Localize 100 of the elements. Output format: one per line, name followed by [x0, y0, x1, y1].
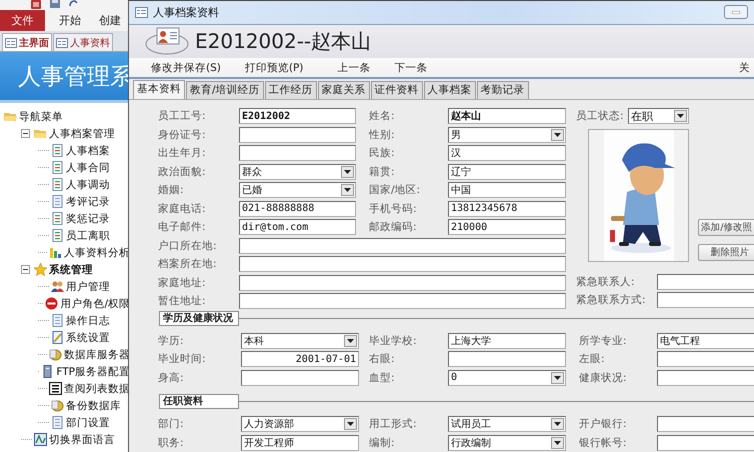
minimize-icon: [732, 10, 740, 14]
field-label: 职务:: [158, 436, 185, 450]
form-tab[interactable]: 证件资料: [370, 81, 423, 99]
dropdown-field[interactable]: 群众: [239, 164, 356, 180]
close-button[interactable]: 关: [739, 60, 750, 74]
field-label: 血型:: [369, 370, 396, 385]
input-field[interactable]: [239, 293, 566, 310]
input-field[interactable]: [657, 274, 754, 290]
toolbar-button[interactable]: 打印预览(P): [244, 60, 304, 74]
contact-card-icon: [145, 26, 189, 56]
photo-button[interactable]: 删除照片: [698, 244, 754, 260]
field-label: 出生年月:: [158, 146, 207, 160]
input-field[interactable]: [239, 126, 356, 143]
input-field[interactable]: 汉: [448, 145, 566, 162]
ribbon-tab[interactable]: 开始: [55, 10, 85, 31]
form-tab[interactable]: 基本资料: [133, 80, 185, 99]
input-field[interactable]: [448, 351, 566, 368]
field-label: 婚姻:: [158, 183, 185, 198]
nav-item[interactable]: 人事档案: [66, 144, 110, 158]
input-field[interactable]: 电气工程: [657, 332, 754, 349]
input-field[interactable]: 辽宁: [448, 164, 566, 180]
form-tab[interactable]: 人事档案: [424, 81, 476, 99]
expander-icon[interactable]: [21, 129, 32, 138]
form-tab[interactable]: 工作经历: [264, 81, 317, 99]
form-icon: [135, 6, 148, 18]
input-field[interactable]: 210000: [448, 219, 566, 236]
input-field[interactable]: [657, 416, 754, 432]
dropdown-field[interactable]: 试用员工: [448, 416, 566, 432]
document-tab[interactable]: 主界面: [2, 33, 52, 51]
input-field[interactable]: [657, 434, 754, 451]
input-field[interactable]: 2001-07-01: [241, 351, 359, 368]
field-label: 政治面貌:: [158, 164, 207, 179]
save-icon[interactable]: [50, 0, 60, 8]
input-field[interactable]: [239, 145, 356, 162]
form-tab[interactable]: 家庭关系: [318, 81, 370, 99]
ribbon-tab[interactable]: 创建: [95, 10, 125, 31]
input-field[interactable]: 021-88888888: [239, 200, 356, 217]
dropdown-field[interactable]: 人力资源部: [241, 416, 359, 432]
nav-item[interactable]: 人事调动: [66, 178, 110, 192]
dropdown-field[interactable]: 行政编制: [448, 434, 566, 451]
document-tab[interactable]: 人事资料: [53, 33, 113, 51]
nav-item[interactable]: 部门设置: [66, 416, 110, 430]
dropdown-field[interactable]: 在职: [628, 108, 689, 124]
expander-icon[interactable]: [21, 265, 32, 274]
field-label: 档案所在地:: [158, 257, 218, 272]
nav-item[interactable]: 操作日志: [66, 314, 110, 328]
language-icon: [34, 433, 47, 446]
toolbar-button[interactable]: 上一条: [337, 60, 370, 74]
field-label: 邮政编码:: [369, 220, 418, 234]
nav-item[interactable]: 数据库服务器: [64, 348, 130, 362]
dropdown-field[interactable]: 0: [448, 370, 566, 386]
dropdown-field[interactable]: 男: [448, 126, 566, 143]
toolbar-button[interactable]: 修改并保存(S): [151, 60, 221, 74]
field-label: 毕业时间:: [158, 352, 207, 366]
input-field[interactable]: 开发工程师: [241, 434, 359, 451]
toolbar-button[interactable]: 下一条: [394, 60, 428, 74]
nav-item[interactable]: 系统管理: [49, 262, 93, 276]
photo-button[interactable]: 添加/修改照: [698, 218, 754, 236]
input-field[interactable]: [241, 370, 359, 386]
nav-item[interactable]: 用户角色/权限: [60, 296, 130, 310]
input-field[interactable]: [239, 274, 566, 291]
minimize-button[interactable]: [724, 5, 748, 20]
form-tab[interactable]: 考勤记录: [476, 81, 529, 99]
input-field[interactable]: 13812345678: [448, 200, 566, 217]
field-label: 国家/地区:: [369, 183, 422, 198]
input-field[interactable]: E2012002: [239, 108, 356, 124]
field-label: 健康状况:: [579, 370, 628, 385]
nav-item[interactable]: FTP服务器配置: [56, 364, 130, 378]
nav-item[interactable]: 员工离职: [66, 228, 110, 242]
nav-item[interactable]: 人事合同: [66, 160, 110, 174]
doc-icon: [51, 178, 64, 191]
nav-item[interactable]: 奖惩记录: [66, 212, 110, 226]
input-field[interactable]: [657, 370, 754, 386]
field-label: 民族:: [369, 146, 396, 160]
form-tab[interactable]: 教育/培训经历: [186, 81, 264, 99]
input-field[interactable]: [657, 292, 754, 308]
input-field[interactable]: 赵本山: [448, 108, 566, 124]
input-field[interactable]: 上海大学: [448, 332, 566, 349]
field-label: 右眼:: [369, 352, 396, 366]
field-label: 姓名:: [369, 109, 396, 124]
dropdown-field[interactable]: 已婚: [239, 182, 356, 198]
field-label: 性别:: [369, 128, 396, 142]
input-field[interactable]: [239, 238, 566, 254]
nav-item[interactable]: 导航菜单: [19, 110, 63, 124]
nav-item[interactable]: 考评记录: [66, 194, 110, 208]
nav-item[interactable]: 用户管理: [66, 280, 110, 294]
field-label: 部门:: [158, 417, 185, 432]
nav-item[interactable]: 切换界面语言: [49, 432, 115, 446]
nav-item[interactable]: 人事档案管理: [49, 126, 115, 140]
dropdown-field[interactable]: 本科: [241, 332, 359, 349]
undo-icon[interactable]: [68, 0, 78, 8]
nav-item[interactable]: 系统设置: [66, 330, 110, 344]
input-field[interactable]: [239, 256, 566, 272]
ribbon-tab[interactable]: 文件: [0, 10, 45, 31]
field-label: 左眼:: [579, 352, 606, 366]
nav-item[interactable]: 人事资料分析: [64, 246, 130, 260]
input-field[interactable]: dir@tom.com: [239, 219, 356, 236]
input-field[interactable]: 中国: [448, 182, 566, 198]
input-field[interactable]: [657, 351, 754, 368]
nav-item[interactable]: 备份数据库: [66, 398, 121, 412]
